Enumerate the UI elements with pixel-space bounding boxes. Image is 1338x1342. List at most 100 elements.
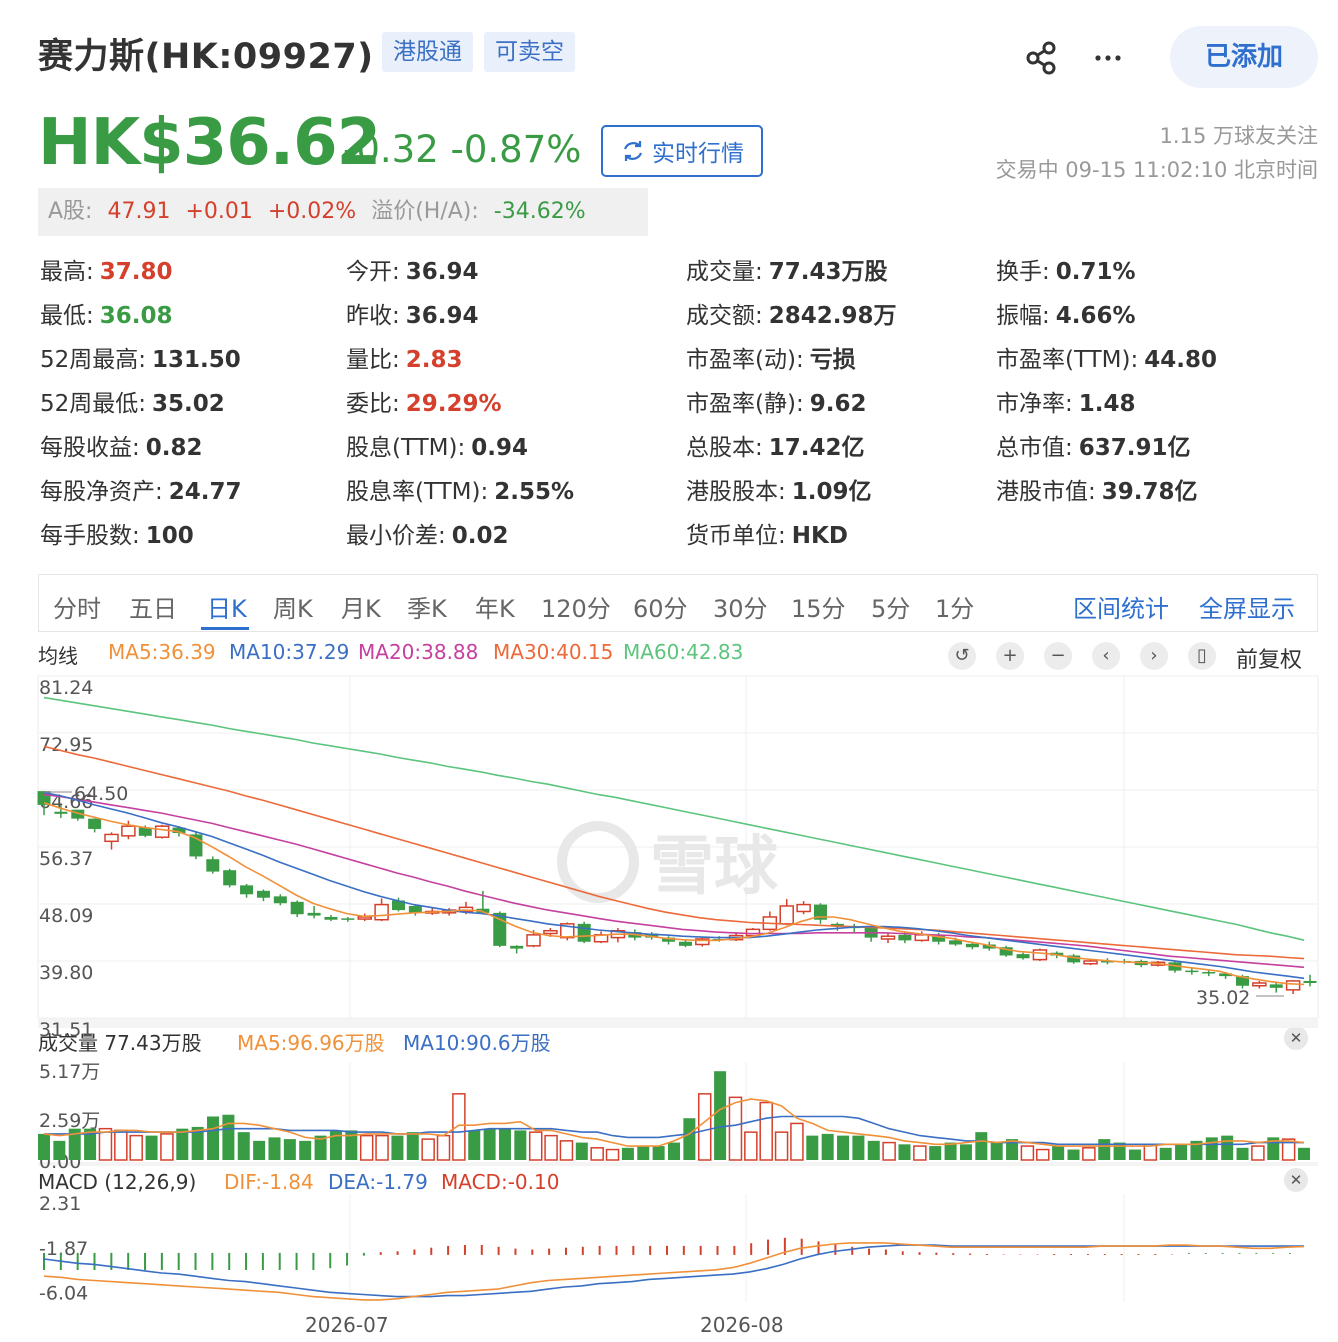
stat-3-2: 市盈率(静): 9.62: [686, 384, 866, 418]
stat-value: 2842.98万: [768, 303, 897, 329]
stat-label: 成交额:: [686, 303, 763, 329]
candle-down: [223, 870, 237, 886]
stat-value: 36.94: [405, 303, 479, 329]
ma5-legend: MA5:36.39: [108, 640, 216, 664]
close-macd-icon[interactable]: ✕: [1284, 1168, 1308, 1192]
tab-12[interactable]: 1分: [935, 589, 974, 624]
stat-label: 港股股本:: [686, 479, 786, 505]
tab-6[interactable]: 年K: [475, 589, 515, 624]
chevron-left-icon[interactable]: ‹: [1092, 642, 1120, 670]
volume-bar-down: [68, 1128, 81, 1160]
tab-5[interactable]: 季K: [407, 589, 447, 624]
more-icon[interactable]: [1090, 38, 1130, 78]
stat-label: 换手:: [996, 259, 1050, 285]
candle-up: [1285, 980, 1301, 991]
tab-1[interactable]: 五日: [129, 589, 177, 624]
stat-label: 每股净资产:: [40, 479, 163, 505]
zoom-out-icon[interactable]: −: [1044, 642, 1072, 670]
tab-3[interactable]: 周K: [273, 589, 313, 624]
candle-down: [54, 811, 68, 814]
stat-value: 36.08: [99, 303, 173, 329]
tab-0[interactable]: 分时: [53, 589, 101, 624]
low-price-label: 35.02: [1196, 987, 1250, 1009]
volume-bar-down: [683, 1118, 696, 1160]
close-volume-icon[interactable]: ✕: [1284, 1026, 1308, 1050]
volume-bar-down: [514, 1130, 527, 1160]
share-icon[interactable]: [1022, 38, 1062, 78]
volume-bar-down: [1006, 1139, 1019, 1160]
tab-11[interactable]: 5分: [871, 589, 910, 624]
candle-down: [898, 934, 912, 941]
volume-bar-up: [759, 1101, 773, 1161]
candle-down: [949, 940, 963, 945]
watermark-logo: 雪球: [650, 830, 779, 904]
zoom-in-icon[interactable]: +: [996, 642, 1024, 670]
volume-bar-down: [821, 1133, 834, 1160]
candle-down: [628, 932, 642, 938]
ma60-legend: MA60:42.83: [623, 640, 744, 664]
volume-bar-up: [1020, 1145, 1035, 1161]
tag-shortable[interactable]: 可卖空: [484, 32, 575, 72]
adjustment-select[interactable]: 前复权: [1236, 642, 1302, 674]
stat-value: 36.94: [405, 259, 479, 285]
tab-2[interactable]: 日K: [207, 589, 247, 624]
stat-value: 37.80: [99, 259, 173, 285]
a-share-label: A股:: [48, 199, 93, 224]
candle-up: [121, 825, 136, 837]
tab-9[interactable]: 30分: [713, 589, 768, 624]
added-button[interactable]: 已添加: [1170, 26, 1318, 88]
change-value: -0.32: [343, 128, 439, 171]
stat-value: 131.50: [152, 347, 241, 373]
volume-tick-label: 5.17万: [39, 1061, 100, 1083]
current-price: HK$36.62: [38, 106, 381, 180]
candle-down: [391, 900, 405, 911]
tab-7[interactable]: 120分: [541, 589, 611, 624]
range-stats-button[interactable]: 区间统计: [1073, 589, 1169, 624]
stat-1-1: 昨收: 36.94: [346, 296, 479, 330]
chevron-right-icon[interactable]: ›: [1140, 642, 1168, 670]
stat-1-3: 振幅: 4.66%: [996, 296, 1136, 330]
candle-up: [762, 916, 778, 931]
macd-tick-label: -6.04: [39, 1283, 88, 1305]
price-tick-label: 64.66: [39, 791, 93, 813]
volume-bar-up: [774, 1131, 789, 1161]
stat-label: 52周最低:: [40, 391, 147, 417]
candle-down: [206, 859, 220, 872]
candle-up: [593, 934, 609, 943]
candle-down: [1016, 954, 1030, 959]
stat-value: 4.66%: [1055, 303, 1136, 329]
fullscreen-button[interactable]: 全屏显示: [1199, 589, 1295, 624]
candle-down: [1100, 960, 1114, 963]
candle-up: [779, 905, 794, 925]
stat-4-2: 总股本: 17.42亿: [686, 428, 865, 462]
candle-down: [1117, 960, 1131, 963]
candle-down: [864, 927, 878, 938]
stat-3-1: 委比: 29.29%: [346, 384, 502, 418]
stat-label: 昨收:: [346, 303, 400, 329]
stat-label: 最高:: [40, 259, 94, 285]
stock-title: 赛力斯(HK:09927): [38, 37, 374, 77]
volume-bar-down: [944, 1142, 957, 1160]
stat-label: 总市值:: [996, 435, 1073, 461]
stat-value: 17.42亿: [768, 435, 865, 461]
stat-value: 77.43万股: [768, 259, 888, 285]
volume-bar-up: [590, 1147, 604, 1161]
candle-up: [424, 910, 440, 914]
tab-10[interactable]: 15分: [791, 589, 846, 624]
change-percent: -0.87%: [450, 128, 582, 171]
reset-icon[interactable]: ↺: [948, 642, 976, 670]
tab-4[interactable]: 月K: [341, 589, 381, 624]
volume-ma10-line: [44, 1115, 1304, 1146]
candle-down: [830, 923, 844, 927]
volume-bar-up: [452, 1093, 466, 1161]
volume-bar-down: [391, 1135, 404, 1160]
realtime-quote-button[interactable]: 实时行情: [601, 125, 763, 177]
tag-hk-connect[interactable]: 港股通: [382, 32, 473, 72]
macd-tick-label: 2.31: [39, 1193, 81, 1215]
candle-style-icon[interactable]: ▯: [1188, 642, 1216, 670]
volume-bar-up: [559, 1140, 574, 1161]
volume-bar-down: [53, 1140, 66, 1160]
tab-8[interactable]: 60分: [633, 589, 688, 624]
stat-5-3: 港股市值: 39.78亿: [996, 472, 1198, 506]
volume-bar-up: [436, 1134, 451, 1161]
